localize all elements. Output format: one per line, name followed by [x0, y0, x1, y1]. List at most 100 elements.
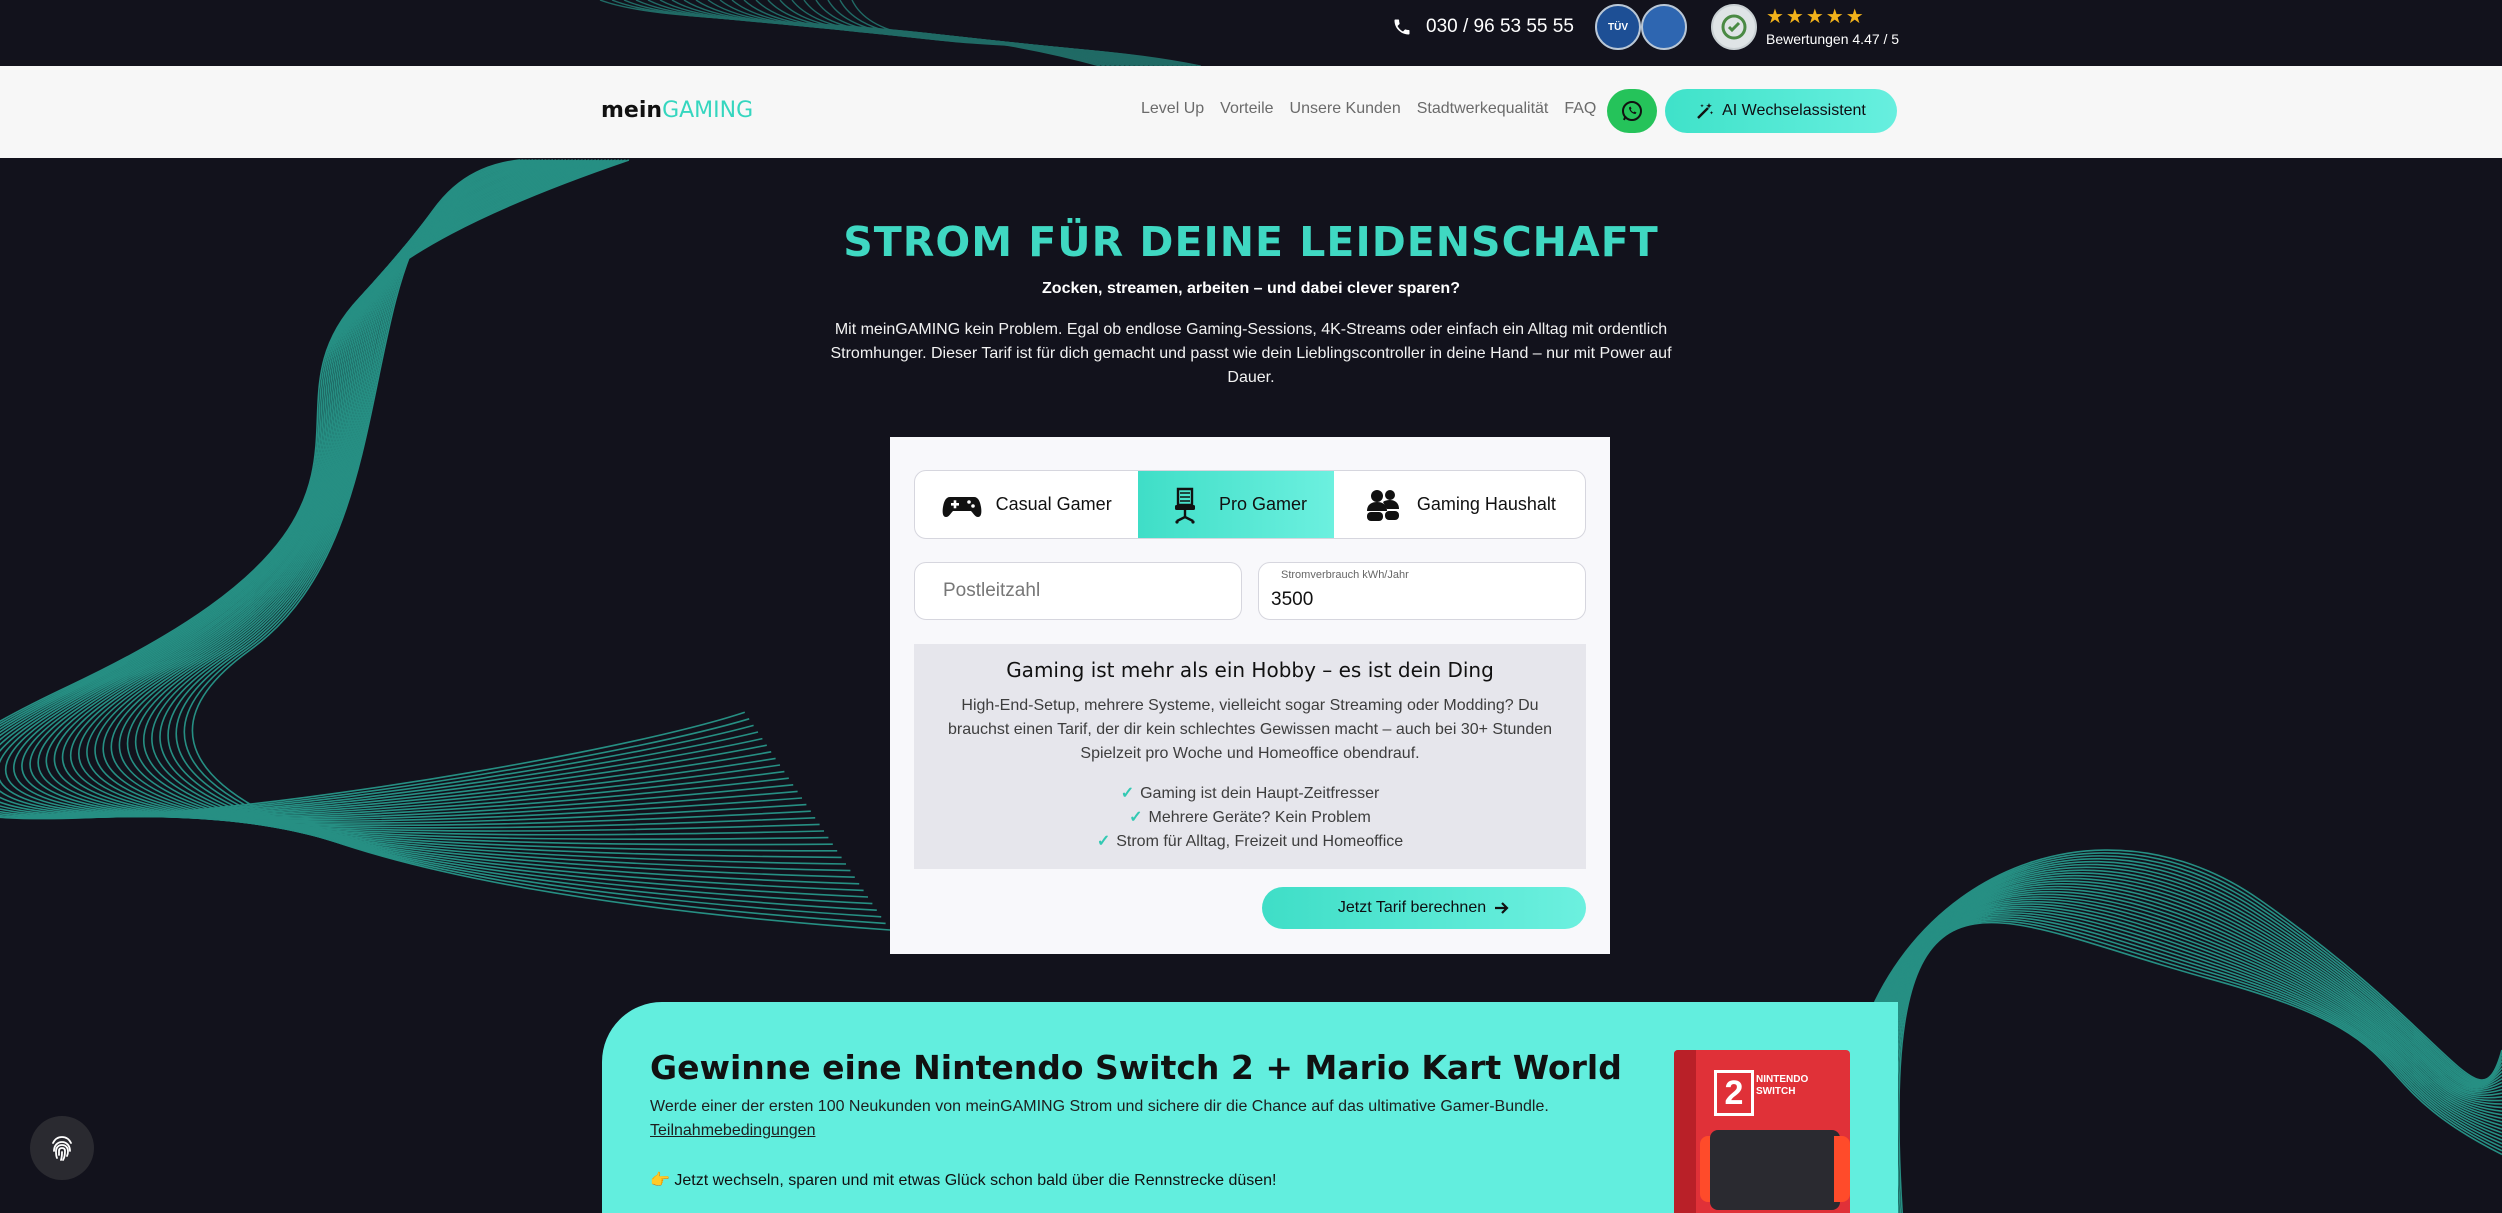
- wave-line: [1856, 869, 2502, 1213]
- wave-line: [118, 159, 851, 872]
- tab-gaming-haushalt[interactable]: Gaming Haushalt: [1334, 471, 1585, 538]
- phone-contact[interactable]: 030 / 96 53 55 55: [1392, 14, 1574, 40]
- benefit-text: Strom für Alltag, Freizeit und Homeoffic…: [1116, 833, 1404, 850]
- product-name: NINTENDO SWITCH: [1756, 1074, 1809, 1097]
- list-item: ✓ Gaming ist dein Haupt-Zeitfresser: [914, 782, 1586, 806]
- hero-title: STROM FÜR DEINE LEIDENSCHAFT: [843, 218, 1659, 266]
- nav-link-vorteile[interactable]: Vorteile: [1220, 100, 1273, 118]
- wave-line: [191, 159, 891, 931]
- tab-pro-gamer[interactable]: Pro Gamer: [1138, 471, 1334, 538]
- tariff-calculator: Casual Gamer Pro Gamer Gaming Haushalt P…: [890, 437, 1610, 954]
- wave-line: [1864, 880, 2502, 1213]
- logo[interactable]: meinGAMING: [601, 98, 753, 123]
- gamepad-icon: [942, 496, 982, 517]
- nav-link-unsere-kunden[interactable]: Unsere Kunden: [1290, 100, 1401, 118]
- top-bar: 030 / 96 53 55 55 TÜV ★★★★★ Bewertungen …: [0, 0, 2502, 66]
- wave-line: [175, 159, 882, 918]
- privacy-settings-button[interactable]: [30, 1116, 94, 1180]
- benefit-text: Mehrere Geräte? Kein Problem: [1148, 809, 1371, 826]
- wave-line: [1892, 916, 2502, 1213]
- whatsapp-icon: [1622, 101, 1642, 121]
- info-title: Gaming ist mehr als ein Hobby – es ist d…: [1006, 658, 1494, 682]
- wave-line: [1898, 921, 2502, 1213]
- wave-line: [1854, 866, 2502, 1213]
- nav-link-faq[interactable]: FAQ: [1564, 100, 1596, 118]
- consumption-field[interactable]: Stromverbrauch kWh/Jahr: [1258, 562, 1586, 620]
- wave-line: [1890, 914, 2502, 1213]
- check-icon: ✓: [1129, 809, 1143, 826]
- rating-seal-icon: [1711, 4, 1757, 50]
- magic-wand-icon: [1697, 103, 1714, 119]
- wave-line: [1888, 912, 2502, 1213]
- promo-cta: 👉 Jetzt wechseln, sparen und mit etwas G…: [650, 1170, 1276, 1190]
- wave-line: [1881, 903, 2502, 1213]
- ai-assistant-button[interactable]: AI Wechselassistent: [1665, 89, 1897, 133]
- wave-line: [167, 159, 877, 911]
- benefit-text: Gaming ist dein Haupt-Zeitfresser: [1140, 785, 1380, 802]
- quality-seal: [1641, 4, 1687, 50]
- wave-line: [159, 159, 873, 905]
- wave-line: [1860, 874, 2502, 1213]
- list-item: ✓ Mehrere Geräte? Kein Problem: [914, 806, 1586, 830]
- list-item: ✓ Strom für Alltag, Freizeit und Homeoffi…: [914, 830, 1586, 854]
- promo-title: Gewinne eine Nintendo Switch 2 + Mario K…: [650, 1048, 1622, 1087]
- right-joycon: [1834, 1136, 1850, 1202]
- tab-gaming-haushalt-label: Gaming Haushalt: [1416, 494, 1556, 514]
- hero-subtitle: Zocken, streamen, arbeiten – und dabei c…: [1042, 280, 1460, 297]
- wave-line: [1852, 863, 2502, 1213]
- promo-section: Gewinne eine Nintendo Switch 2 + Mario K…: [602, 1002, 1898, 1213]
- wave-line: [1879, 900, 2502, 1213]
- terms-link[interactable]: Teilnahmebedingungen: [650, 1122, 815, 1140]
- calculate-tariff-label: Jetzt Tarif berechnen: [1337, 899, 1487, 916]
- promo-cta-text: Jetzt wechseln, sparen und mit etwas Glü…: [674, 1172, 1277, 1189]
- check-icon: ✓: [1096, 833, 1111, 850]
- tab-casual-gamer[interactable]: Casual Gamer: [915, 471, 1138, 538]
- product-box-side: [1674, 1050, 1696, 1213]
- wave-line: [1850, 861, 2502, 1213]
- promo-text: Werde einer der ersten 100 Neukunden von…: [650, 1098, 1549, 1115]
- wave-line: [126, 159, 855, 878]
- calculate-tariff-button[interactable]: Jetzt Tarif berechnen: [1262, 887, 1586, 929]
- wave-line: [143, 159, 864, 892]
- wave-line: [1886, 909, 2502, 1213]
- wave-line: [1869, 888, 2502, 1213]
- wave-line: [1845, 852, 2502, 1213]
- main-navigation: meinGAMING Level Up Vorteile Unsere Kund…: [0, 66, 2502, 158]
- wave-line: [1882, 905, 2502, 1213]
- wave-line: [135, 159, 860, 885]
- console-screen: [1710, 1130, 1840, 1210]
- postcode-input[interactable]: [915, 563, 1241, 619]
- rating-stars: ★★★★★: [1766, 6, 1866, 28]
- phone-number: 030 / 96 53 55 55: [1426, 16, 1574, 37]
- gaming-chair-icon: [1175, 487, 1196, 524]
- info-text: High-End-Setup, mehrere Systeme, viellei…: [947, 697, 1553, 762]
- tariff-info-box: Gaming ist mehr als ein Hobby – es ist d…: [914, 644, 1586, 869]
- tuev-seal: TÜV: [1595, 4, 1641, 50]
- wave-line: [1843, 849, 2502, 1213]
- logo-main: mein: [601, 98, 663, 123]
- pointing-hand-icon: 👉: [650, 1172, 670, 1189]
- gamer-type-tabs: Casual Gamer Pro Gamer Gaming Haushalt: [914, 470, 1586, 539]
- wave-line: [1865, 883, 2502, 1213]
- wave-line: [183, 159, 886, 925]
- wave-line: [1877, 898, 2502, 1213]
- nintendo-switch-product-image: 2 NINTENDO SWITCH: [1674, 1050, 1850, 1213]
- nav-link-level-up[interactable]: Level Up: [1141, 100, 1204, 118]
- nav-links: Level Up Vorteile Unsere Kunden Stadtwer…: [1141, 100, 1596, 118]
- product-number: 2: [1714, 1070, 1754, 1116]
- tuev-seal-label: TÜV: [1608, 21, 1628, 33]
- wave-line: [1884, 907, 2502, 1213]
- rating-text: Bewertungen 4.47 / 5: [1766, 31, 1900, 47]
- wave-line: [151, 159, 869, 898]
- nav-link-stadtwerkequalitaet[interactable]: Stadtwerkequalität: [1417, 100, 1549, 118]
- users-icon: [1366, 489, 1399, 521]
- fingerprint-icon: [52, 1136, 72, 1161]
- wave-line: [1848, 858, 2502, 1213]
- wave-line: [1896, 920, 2502, 1213]
- arrow-right-icon: [1495, 902, 1509, 914]
- wave-line: [1871, 891, 2502, 1213]
- wave-line: [1875, 895, 2502, 1213]
- postcode-field[interactable]: [914, 562, 1242, 620]
- check-icon: ✓: [1120, 785, 1135, 802]
- whatsapp-button[interactable]: [1607, 89, 1657, 133]
